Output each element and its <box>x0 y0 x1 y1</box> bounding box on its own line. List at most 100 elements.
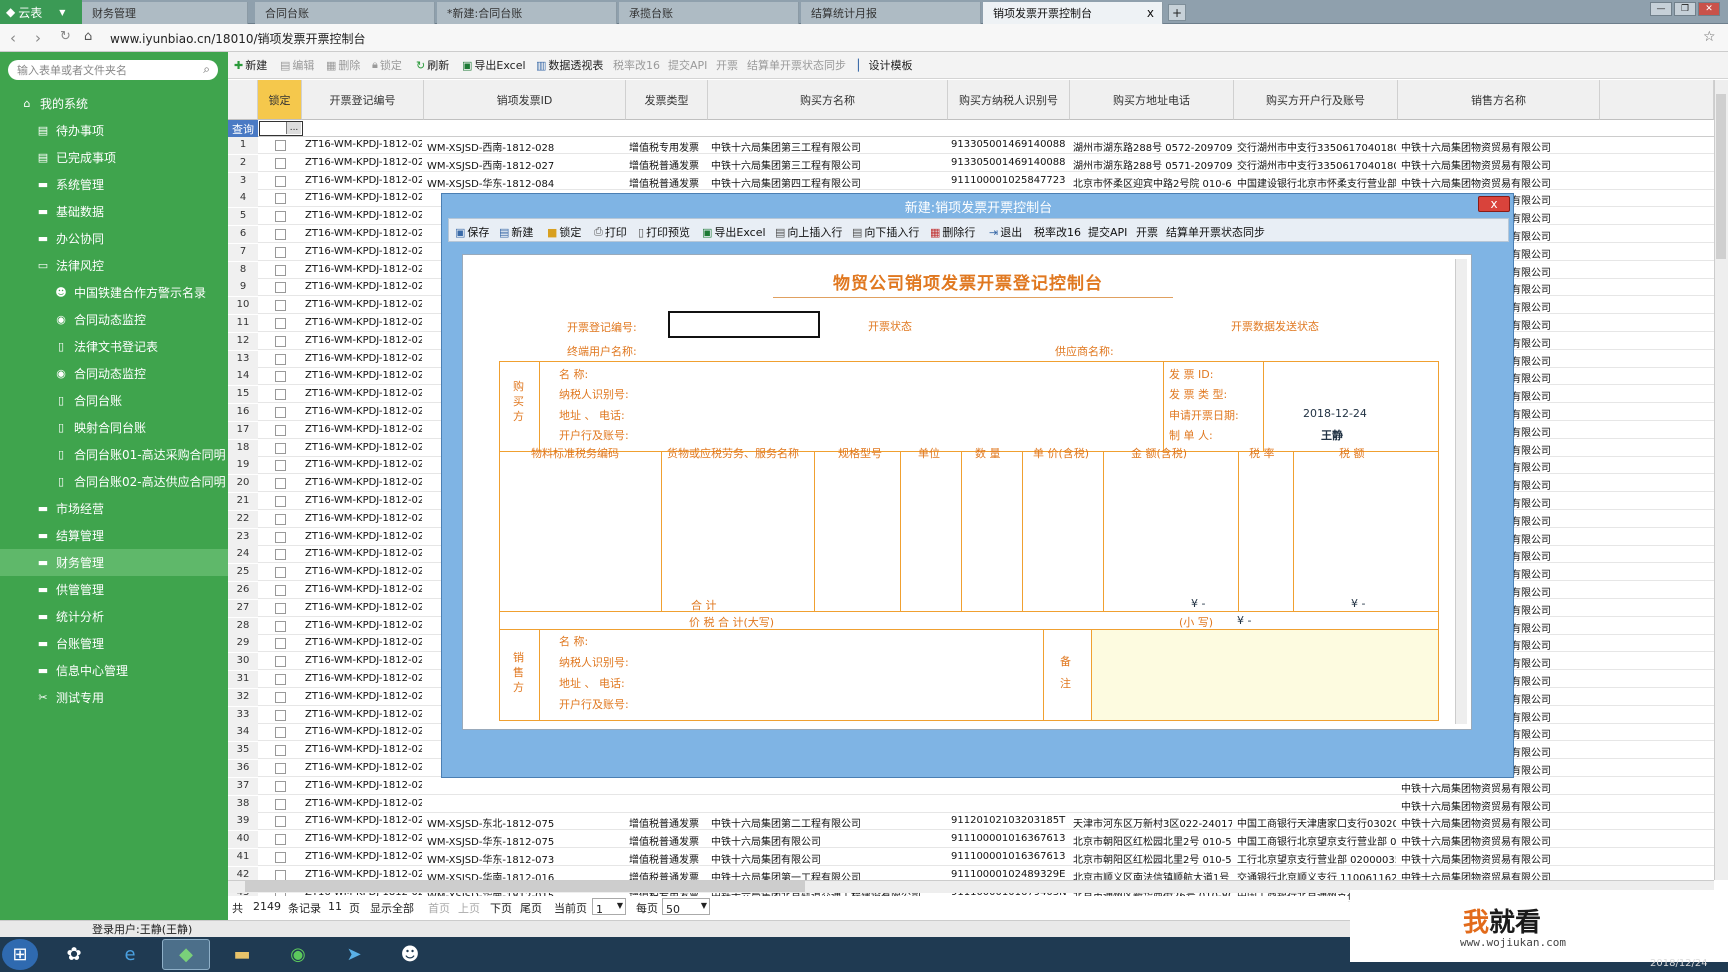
pivot-table-button[interactable]: ▥ 数据透视表 <box>536 57 603 73</box>
row-lock-checkbox[interactable] <box>275 175 286 187</box>
minimize-icon[interactable]: — <box>1650 2 1672 16</box>
app-menu-tab[interactable]: ◆ 云表 ▼ <box>0 0 82 24</box>
sidebar-item[interactable]: ▬ 基础数据 <box>0 198 228 225</box>
next-page-link[interactable]: 下页 <box>490 900 512 916</box>
invoice-button[interactable]: 开票 <box>716 57 738 73</box>
new-tab-button[interactable]: + <box>1168 4 1186 21</box>
ie-browser-icon[interactable]: e <box>106 939 154 970</box>
row-lock-checkbox[interactable] <box>275 763 286 774</box>
sidebar-item[interactable]: ▬ 结算管理 <box>0 522 228 549</box>
table-row[interactable]: 39 ZT16-WM-KPDJ-1812-0237 WM-XSJSD-东北-1812… <box>228 813 1714 831</box>
row-lock-checkbox[interactable] <box>275 157 286 169</box>
sidebar-item[interactable]: ▯ 映射合同台账 <box>0 414 228 441</box>
row-lock-checkbox[interactable] <box>275 549 286 561</box>
reload-icon[interactable]: ↻ <box>60 29 71 44</box>
row-lock-checkbox[interactable] <box>275 211 286 223</box>
sidebar-item[interactable]: ▬ 台账管理 <box>0 630 228 657</box>
row-lock-checkbox[interactable] <box>275 478 286 490</box>
table-row[interactable]: 2 ZT16-WM-KPDJ-1812-0279 WM-XSJSD-西南-1812-… <box>228 154 1714 172</box>
qq-penguin-icon[interactable]: ☻ <box>386 939 434 970</box>
last-page-link[interactable]: 尾页 <box>520 900 542 916</box>
sidebar-item[interactable]: ▯ 合同台账02-高达供应合同明 <box>0 468 228 495</box>
dialog-new-button[interactable]: ▤ 新建 <box>499 224 533 240</box>
table-row[interactable]: 40 ZT16-WM-KPDJ-1812-0243 WM-XSJSD-华东-1812… <box>228 831 1714 849</box>
close-tab-icon[interactable]: x <box>1147 6 1154 20</box>
row-lock-checkbox[interactable] <box>275 229 286 240</box>
table-row[interactable]: 1 ZT16-WM-KPDJ-1812-0280 WM-XSJSD-西南-1812-… <box>228 137 1714 154</box>
show-all-link[interactable]: 显示全部 <box>370 900 414 916</box>
grid-horizontal-scroll-thumb[interactable] <box>245 881 805 892</box>
app-colorful-icon[interactable]: ✿ <box>50 939 98 970</box>
row-lock-checkbox[interactable] <box>275 638 286 650</box>
row-lock-checkbox[interactable] <box>275 727 286 739</box>
dialog-close-button[interactable]: x <box>1478 196 1510 212</box>
row-lock-checkbox[interactable] <box>275 745 286 757</box>
sidebar-item[interactable]: ▯ 合同台账 <box>0 387 228 414</box>
row-lock-checkbox[interactable] <box>275 513 286 525</box>
sidebar-item[interactable]: ▬ 供管管理 <box>0 576 228 603</box>
refresh-button[interactable]: ↻ 刷新 <box>416 57 449 73</box>
row-lock-checkbox[interactable] <box>275 424 286 436</box>
sidebar-item[interactable]: ▬ 财务管理 <box>0 549 228 576</box>
tax-change-button[interactable]: 税率改16 <box>613 57 660 73</box>
tab-new-contract-ledger[interactable]: *新建:合同台账 <box>437 2 617 24</box>
dialog-sync-button[interactable]: 结算单开票状态同步 <box>1166 224 1265 240</box>
sidebar-item[interactable]: ✂ 测试专用 <box>0 684 228 711</box>
row-lock-checkbox[interactable] <box>275 282 286 294</box>
green-app-icon[interactable]: ◉ <box>274 939 322 970</box>
col-header-buyer-name[interactable]: 购买方名称 <box>708 80 948 120</box>
row-lock-checkbox[interactable] <box>275 691 286 703</box>
sidebar-search-input[interactable]: 输入表单或者文件夹名 ⌕ <box>8 60 218 80</box>
row-lock-checkbox[interactable] <box>275 318 286 329</box>
delete-button[interactable]: ▦ 删除 <box>326 57 360 73</box>
col-header-invoice-type[interactable]: 发票类型 <box>626 80 708 120</box>
sync-button[interactable]: 结算单开票状态同步 <box>747 57 846 73</box>
row-lock-checkbox[interactable] <box>275 656 286 668</box>
bookmark-star-icon[interactable]: ☆ <box>1703 29 1716 45</box>
row-lock-checkbox[interactable] <box>275 674 286 685</box>
exit-button[interactable]: ⇥ 退出 <box>989 224 1022 240</box>
dialog-tax-change-button[interactable]: 税率改16 <box>1034 224 1081 240</box>
maximize-icon[interactable]: ❐ <box>1674 2 1696 16</box>
new-button[interactable]: ✚ 新建 <box>234 57 267 73</box>
table-row[interactable]: 41 ZT16-WM-KPDJ-1812-0241 WM-XSJSD-华东-1812… <box>228 849 1714 866</box>
forward-icon[interactable]: › <box>35 29 41 47</box>
sidebar-item[interactable]: ◉ 合同动态监控 <box>0 360 228 387</box>
first-page-link[interactable]: 首页 <box>428 900 450 916</box>
row-lock-checkbox[interactable] <box>275 780 286 792</box>
export-excel-button[interactable]: ▣ 导出Excel <box>462 57 526 73</box>
col-header-buyer-bank[interactable]: 购买方开户行及账号 <box>1234 80 1398 120</box>
dialog-title[interactable]: 新建:销项发票开票控制台 <box>442 194 1515 218</box>
sidebar-item[interactable]: ▯ 法律文书登记表 <box>0 333 228 360</box>
query-label[interactable]: 查询 <box>228 120 258 137</box>
table-row[interactable]: 38 ZT16-WM-KPDJ-1812-0246 中铁十六局集团物资贸易有限公司 <box>228 795 1714 813</box>
row-lock-checkbox[interactable] <box>275 140 286 151</box>
col-header-invoice-id[interactable]: 销项发票ID <box>424 80 626 120</box>
insert-row-above-button[interactable]: ▤ 向上插入行 <box>775 224 842 240</box>
row-lock-checkbox[interactable] <box>275 620 286 632</box>
apply-date-value[interactable]: 2018-12-24 <box>1303 407 1367 420</box>
dialog-submit-api-button[interactable]: 提交API <box>1088 224 1127 240</box>
row-lock-checkbox[interactable] <box>275 798 286 810</box>
row-lock-checkbox[interactable] <box>275 264 286 276</box>
print-button[interactable]: ⎙ 打印 <box>594 224 627 240</box>
row-lock-checkbox[interactable] <box>275 389 286 401</box>
url-text[interactable]: www.iyunbiao.cn/18010/销项发票开票控制台 <box>110 30 366 47</box>
table-row[interactable]: 37 ZT16-WM-KPDJ-1812-0228 中铁十六局集团物资贸易有限公司 <box>228 777 1714 795</box>
row-lock-checkbox[interactable] <box>275 709 286 721</box>
sidebar-item[interactable]: ▬ 信息中心管理 <box>0 657 228 684</box>
sidebar-item[interactable]: ▯ 合同台账01-高达采购合同明 <box>0 441 228 468</box>
remark-input[interactable] <box>1092 630 1438 720</box>
bird-app-icon[interactable]: ➤ <box>330 939 378 970</box>
grid-vertical-scroll-thumb[interactable] <box>1716 94 1726 259</box>
sidebar-item[interactable]: ⌂ 我的系统 <box>0 90 228 117</box>
col-header-lock[interactable]: 锁定 <box>258 80 302 120</box>
home-icon[interactable]: ⌂ <box>84 29 92 44</box>
table-row[interactable]: 3 ZT16-WM-KPDJ-1812-0278 WM-XSJSD-华东-1812-… <box>228 172 1714 190</box>
reg-no-input[interactable] <box>668 311 820 338</box>
prev-page-link[interactable]: 上页 <box>458 900 480 916</box>
save-button[interactable]: ▣ 保存 <box>455 224 489 240</box>
sidebar-item[interactable]: ▬ 办公协同 <box>0 225 228 252</box>
sidebar-item[interactable]: ◉ 合同动态监控 <box>0 306 228 333</box>
col-header-buyer-taxid[interactable]: 购买方纳税人识别号 <box>948 80 1070 120</box>
